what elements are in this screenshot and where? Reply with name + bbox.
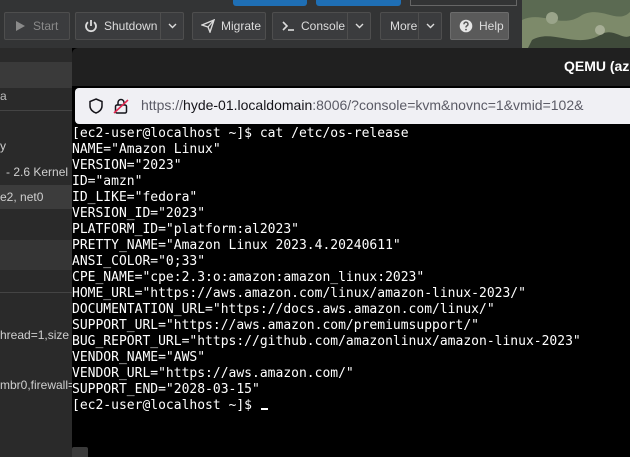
terminal-line: HOME_URL="https://aws.amazon.com/linux/a…	[72, 286, 526, 301]
url-rest: :8006/?console=kvm&novnc=1&vmid=102&	[312, 97, 584, 113]
console-window: QEMU (az https://hyde-01.localdomain:800…	[72, 48, 630, 457]
url-text[interactable]: https://hyde-01.localdomain:8006/?consol…	[141, 97, 583, 113]
terminal-line: ID_LIKE="fedora"	[72, 190, 198, 205]
console-button[interactable]: Console	[272, 12, 371, 40]
console-menu-toggle[interactable]	[347, 13, 370, 39]
terminal-line: VENDOR_NAME="AWS"	[72, 350, 206, 365]
terminal-line: BUG_REPORT_URL="https://github.com/amazo…	[72, 334, 581, 349]
header-tab-blue-2[interactable]	[316, 0, 401, 6]
migrate-button[interactable]: Migrate	[192, 12, 266, 40]
terminal-icon	[281, 19, 295, 33]
shield-icon[interactable]	[88, 98, 104, 114]
url-prefix: https://	[141, 97, 184, 113]
panel-row[interactable]: - 2.6 Kernel	[0, 160, 78, 184]
shutdown-menu-toggle[interactable]	[160, 13, 183, 39]
scrollbar-handle[interactable]	[72, 447, 88, 457]
terminal-line: SUPPORT_URL="https://aws.amazon.com/prem…	[72, 318, 479, 333]
chevron-down-icon	[168, 23, 176, 29]
left-config-panel: a y - 2.6 Kernel e2, net0 hread=1,size m…	[0, 48, 72, 457]
header-tab-blue-1[interactable]	[233, 0, 307, 6]
shutdown-button[interactable]: Shutdown	[75, 12, 184, 40]
panel-row-selected[interactable]: e2, net0	[0, 185, 72, 209]
chevron-down-icon	[426, 23, 434, 29]
terminal-line: VERSION="2023"	[72, 158, 182, 173]
terminal-line: CPE_NAME="cpe:2.3:o:amazon:amazon_linux:…	[72, 270, 425, 285]
panel-section-bar	[0, 240, 72, 270]
url-bar[interactable]: https://hyde-01.localdomain:8006/?consol…	[75, 88, 630, 124]
more-button[interactable]: More	[380, 12, 442, 40]
terminal-prompt: [ec2-user@localhost ~]$	[72, 398, 260, 413]
terminal-line: VERSION_ID="2023"	[72, 206, 206, 221]
url-host: hyde-01.localdomain	[183, 97, 313, 113]
lock-icon[interactable]	[113, 98, 129, 114]
panel-row[interactable]: a	[0, 84, 72, 108]
more-menu-toggle[interactable]	[418, 13, 441, 39]
terminal-line: NAME="Amazon Linux"	[72, 142, 221, 157]
help-button[interactable]: Help	[450, 12, 509, 40]
header-tab-outline[interactable]	[410, 0, 517, 6]
divider	[0, 110, 72, 111]
help-label: Help	[479, 19, 504, 33]
shutdown-label: Shutdown	[104, 19, 158, 33]
chevron-down-icon	[355, 23, 363, 29]
terminal-cursor	[260, 408, 268, 410]
question-icon	[459, 19, 473, 33]
terminal-screen[interactable]: [ec2-user@localhost ~]$ cat /etc/os-rele…	[72, 126, 630, 457]
divider	[0, 292, 72, 293]
play-icon	[13, 19, 27, 33]
start-label: Start	[33, 19, 59, 33]
terminal-line: PRETTY_NAME="Amazon Linux 2023.4.2024061…	[72, 238, 401, 253]
send-icon	[201, 19, 215, 33]
panel-row-label: e2, net0	[0, 190, 44, 204]
start-button[interactable]: Start	[4, 12, 70, 40]
terminal-line: ID="amzn"	[72, 174, 143, 189]
terminal-prompt-line: [ec2-user@localhost ~]$	[72, 398, 268, 414]
terminal-line: ANSI_COLOR="0;33"	[72, 254, 206, 269]
terminal-line: DOCUMENTATION_URL="https://docs.aws.amaz…	[72, 302, 495, 317]
terminal-line: SUPPORT_END="2028-03-15"	[72, 382, 260, 397]
panel-row[interactable]: hread=1,size	[0, 323, 72, 347]
power-icon	[84, 19, 98, 33]
terminal-line: [ec2-user@localhost ~]$ cat /etc/os-rele…	[72, 126, 409, 141]
window-title: QEMU (az	[564, 58, 630, 74]
more-label: More	[390, 19, 418, 33]
terminal-line: PLATFORM_ID="platform:al2023"	[72, 222, 299, 237]
terminal-line: VENDOR_URL="https://aws.amazon.com/"	[72, 366, 354, 381]
migrate-label: Migrate	[221, 19, 262, 33]
panel-row[interactable]: mbr0,firewall=	[0, 373, 72, 397]
console-label: Console	[301, 19, 346, 33]
window-titlebar[interactable]: QEMU (az	[72, 48, 630, 86]
panel-row[interactable]: y	[0, 134, 72, 158]
